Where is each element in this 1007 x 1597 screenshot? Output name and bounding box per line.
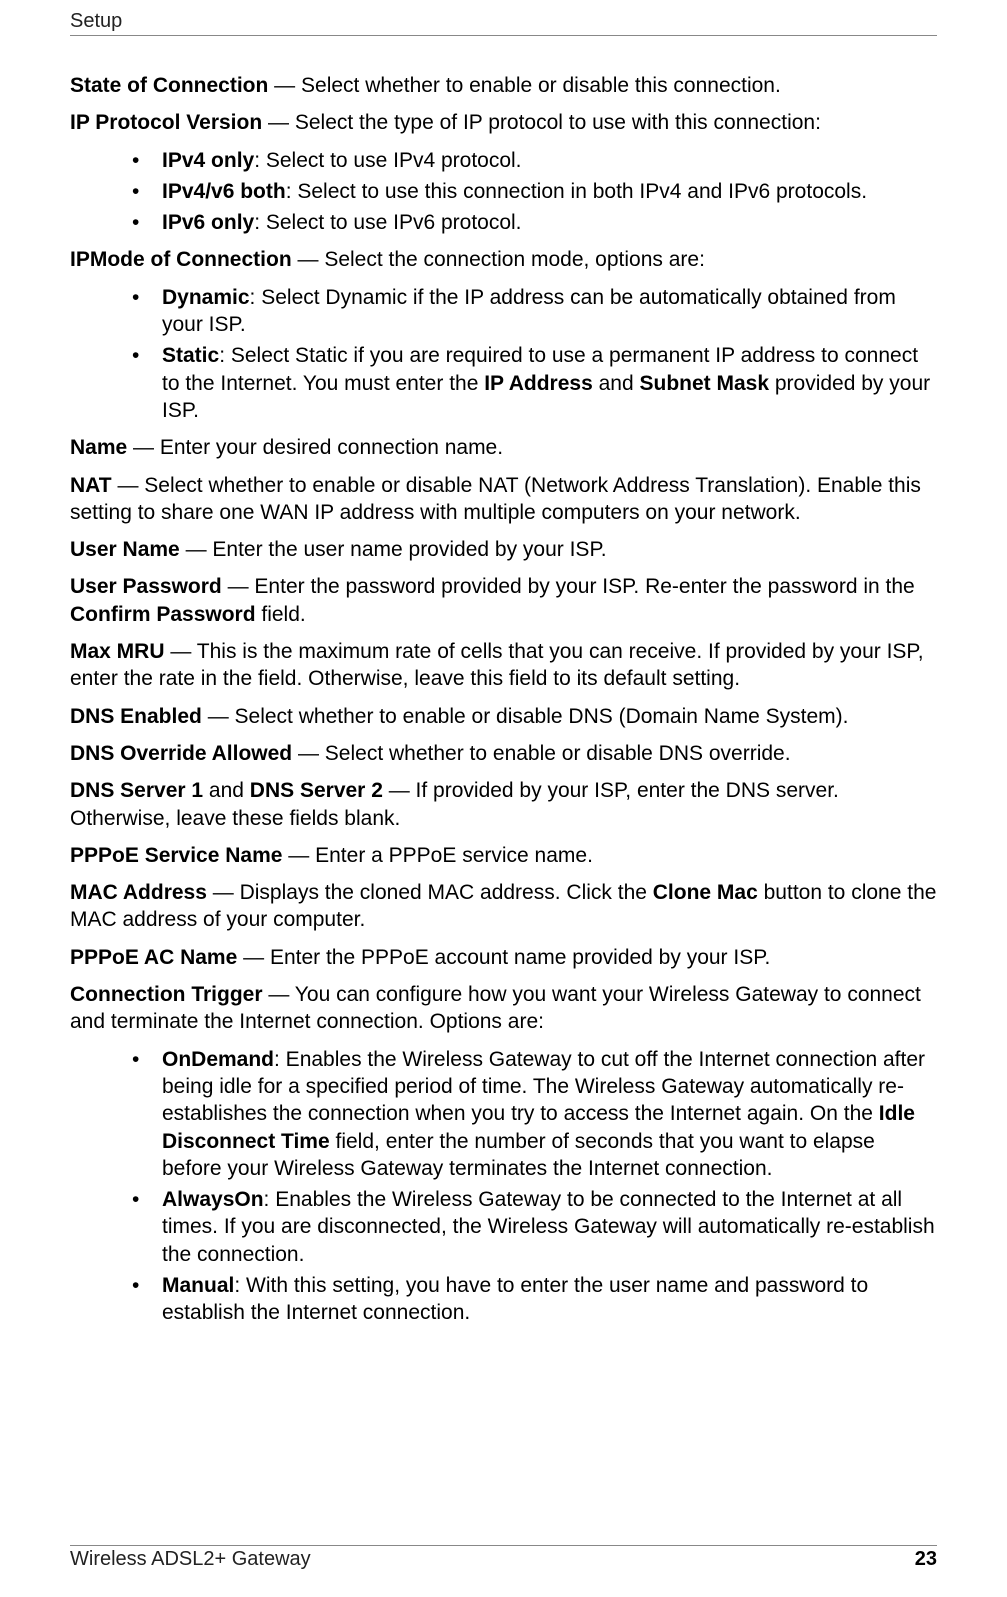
desc-user-password-b: field. <box>256 603 306 626</box>
list-ipmode-options: Dynamic: Select Dynamic if the IP addres… <box>70 284 937 424</box>
term-user-name: User Name <box>70 538 180 561</box>
page-header: Setup <box>70 10 937 36</box>
para-user-password: User Password — Enter the password provi… <box>70 573 937 628</box>
term-user-password: User Password <box>70 575 222 598</box>
desc-static-b: and <box>593 372 640 395</box>
term-dns-enabled: DNS Enabled <box>70 705 202 728</box>
desc-mac-a: — Displays the cloned MAC address. Click… <box>207 881 653 904</box>
desc-state-of-connection: — Select whether to enable or disable th… <box>268 74 780 97</box>
term-ip-protocol-version: IP Protocol Version <box>70 111 262 134</box>
list-ip-protocol-options: IPv4 only: Select to use IPv4 protocol. … <box>70 147 937 237</box>
para-mac-address: MAC Address — Displays the cloned MAC ad… <box>70 879 937 934</box>
term-clone-mac: Clone Mac <box>653 881 758 904</box>
desc-ip-protocol-version: — Select the type of IP protocol to use … <box>262 111 821 134</box>
para-ipmode-of-connection: IPMode of Connection — Select the connec… <box>70 246 937 273</box>
term-max-mru: Max MRU <box>70 640 165 663</box>
footer-page-number: 23 <box>915 1548 937 1571</box>
term-alwayson: AlwaysOn <box>162 1188 264 1211</box>
para-dns-servers: DNS Server 1 and DNS Server 2 — If provi… <box>70 777 937 832</box>
desc-ipv4-only: : Select to use IPv4 protocol. <box>254 149 521 172</box>
term-dns-override-allowed: DNS Override Allowed <box>70 742 292 765</box>
list-item: Static: Select Static if you are require… <box>162 342 937 424</box>
term-name: Name <box>70 436 127 459</box>
desc-user-name: — Enter the user name provided by your I… <box>180 538 607 561</box>
desc-alwayson: : Enables the Wireless Gateway to be con… <box>162 1188 935 1266</box>
term-ipv4v6-both: IPv4/v6 both <box>162 180 286 203</box>
list-item: IPv4 only: Select to use IPv4 protocol. <box>162 147 937 174</box>
desc-nat: — Select whether to enable or disable NA… <box>70 474 921 524</box>
list-item: Manual: With this setting, you have to e… <box>162 1272 937 1327</box>
term-dynamic: Dynamic <box>162 286 250 309</box>
term-dns-server-2: DNS Server 2 <box>250 779 383 802</box>
term-ondemand: OnDemand <box>162 1048 274 1071</box>
para-max-mru: Max MRU — This is the maximum rate of ce… <box>70 638 937 693</box>
desc-max-mru: — This is the maximum rate of cells that… <box>70 640 924 690</box>
desc-dns-override: — Select whether to enable or disable DN… <box>292 742 790 765</box>
footer-product-name: Wireless ADSL2+ Gateway <box>70 1548 311 1571</box>
desc-ondemand-a: : Enables the Wireless Gateway to cut of… <box>162 1048 925 1126</box>
term-ipmode-of-connection: IPMode of Connection <box>70 248 292 271</box>
page-footer: Wireless ADSL2+ Gateway 23 <box>70 1545 937 1571</box>
para-user-name: User Name — Enter the user name provided… <box>70 536 937 563</box>
para-nat: NAT — Select whether to enable or disabl… <box>70 472 937 527</box>
desc-manual: : With this setting, you have to enter t… <box>162 1274 868 1324</box>
para-pppoe-ac-name: PPPoE AC Name — Enter the PPPoE account … <box>70 944 937 971</box>
desc-dns-enabled: — Select whether to enable or disable DN… <box>202 705 849 728</box>
header-section-title: Setup <box>70 10 122 32</box>
desc-pppoe-service-name: — Enter a PPPoE service name. <box>282 844 592 867</box>
term-static: Static <box>162 344 219 367</box>
para-state-of-connection: State of Connection — Select whether to … <box>70 72 937 99</box>
list-item: IPv4/v6 both: Select to use this connect… <box>162 178 937 205</box>
list-item: IPv6 only: Select to use IPv6 protocol. <box>162 209 937 236</box>
para-dns-enabled: DNS Enabled — Select whether to enable o… <box>70 703 937 730</box>
desc-pppoe-ac-name: — Enter the PPPoE account name provided … <box>237 946 770 969</box>
term-dns-server-1: DNS Server 1 <box>70 779 203 802</box>
para-dns-override: DNS Override Allowed — Select whether to… <box>70 740 937 767</box>
para-pppoe-service-name: PPPoE Service Name — Enter a PPPoE servi… <box>70 842 937 869</box>
para-connection-trigger: Connection Trigger — You can configure h… <box>70 981 937 1036</box>
desc-user-password-a: — Enter the password provided by your IS… <box>222 575 915 598</box>
desc-ipv4v6-both: : Select to use this connection in both … <box>286 180 867 203</box>
desc-name: — Enter your desired connection name. <box>127 436 503 459</box>
text-dns-and: and <box>203 779 250 802</box>
para-name: Name — Enter your desired connection nam… <box>70 434 937 461</box>
list-item: AlwaysOn: Enables the Wireless Gateway t… <box>162 1186 937 1268</box>
term-mac-address: MAC Address <box>70 881 207 904</box>
desc-dynamic: : Select Dynamic if the IP address can b… <box>162 286 896 336</box>
term-pppoe-service-name: PPPoE Service Name <box>70 844 282 867</box>
term-state-of-connection: State of Connection <box>70 74 268 97</box>
term-pppoe-ac-name: PPPoE AC Name <box>70 946 237 969</box>
term-confirm-password: Confirm Password <box>70 603 256 626</box>
term-ip-address: IP Address <box>484 372 593 395</box>
term-manual: Manual <box>162 1274 234 1297</box>
page-container: Setup State of Connection — Select wheth… <box>0 0 1007 1597</box>
term-ipv6-only: IPv6 only <box>162 211 254 234</box>
term-subnet-mask: Subnet Mask <box>640 372 770 395</box>
desc-ipmode-of-connection: — Select the connection mode, options ar… <box>292 248 705 271</box>
term-ipv4-only: IPv4 only <box>162 149 254 172</box>
desc-ipv6-only: : Select to use IPv6 protocol. <box>254 211 521 234</box>
list-item: OnDemand: Enables the Wireless Gateway t… <box>162 1046 937 1182</box>
list-item: Dynamic: Select Dynamic if the IP addres… <box>162 284 937 339</box>
term-nat: NAT <box>70 474 112 497</box>
para-ip-protocol-version: IP Protocol Version — Select the type of… <box>70 109 937 136</box>
body-content: State of Connection — Select whether to … <box>70 72 937 1327</box>
term-connection-trigger: Connection Trigger <box>70 983 263 1006</box>
list-connection-trigger-options: OnDemand: Enables the Wireless Gateway t… <box>70 1046 937 1327</box>
